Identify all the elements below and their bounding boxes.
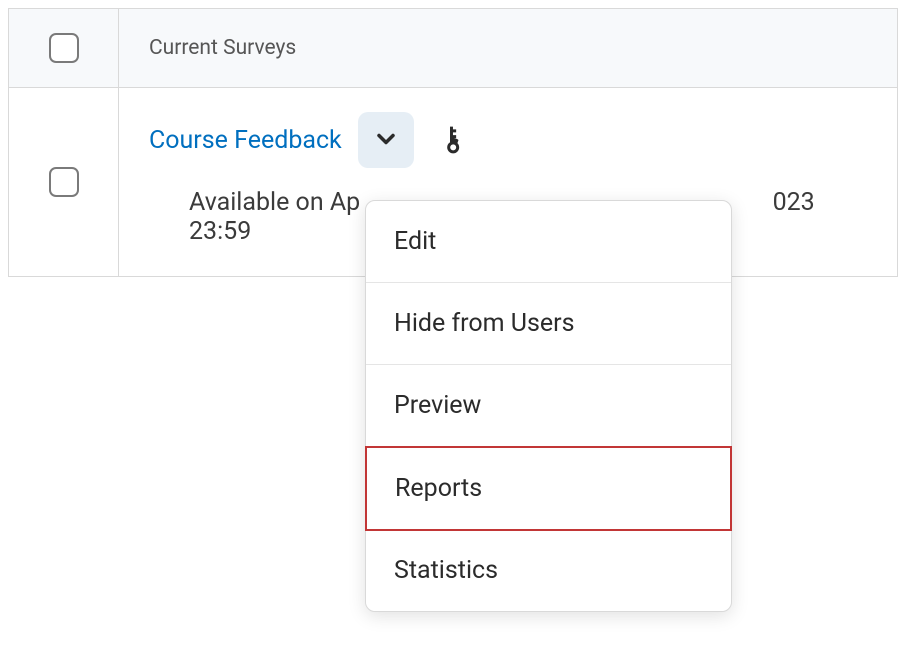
select-all-cell [9,9,119,87]
row-checkbox-cell [9,88,119,276]
menu-item-hide-from-users[interactable]: Hide from Users [366,283,731,365]
menu-item-preview[interactable]: Preview [366,365,731,447]
key-icon [432,122,468,158]
menu-item-edit[interactable]: Edit [366,201,731,283]
menu-item-reports[interactable]: Reports [365,446,732,531]
survey-actions-button[interactable] [358,112,414,168]
select-all-checkbox[interactable] [49,33,79,63]
column-header-label: Current Surveys [149,36,296,60]
row-checkbox[interactable] [49,167,79,197]
survey-link[interactable]: Course Feedback [149,126,342,155]
chevron-down-icon [372,125,400,156]
availability-prefix: Available on Ap [189,188,360,217]
survey-title-row: Course Feedback [149,112,867,168]
survey-actions-menu: Edit Hide from Users Preview Reports Sta… [365,200,732,612]
menu-item-statistics[interactable]: Statistics [366,530,731,611]
column-header-current-surveys: Current Surveys [119,9,897,87]
table-header-row: Current Surveys [9,9,897,88]
